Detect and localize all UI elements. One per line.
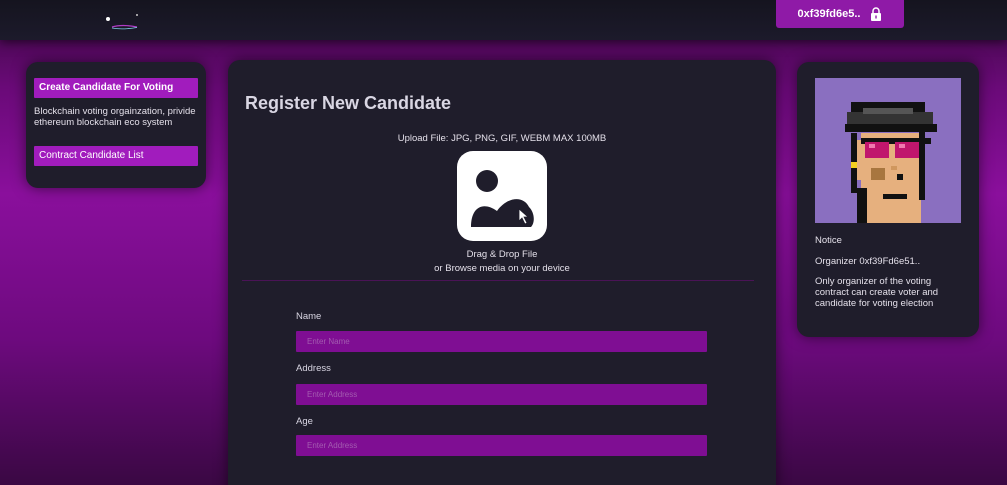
upload-hint: Upload File: JPG, PNG, GIF, WEBM MAX 100… (397, 133, 607, 144)
image-upload-icon[interactable] (457, 151, 547, 241)
sidebar-panel: Create Candidate For Voting Blockchain v… (26, 62, 206, 188)
name-input[interactable] (296, 331, 707, 352)
punk-avatar-icon (815, 78, 961, 223)
sidebar-item-candidate-list[interactable]: Contract Candidate List (34, 146, 198, 166)
drag-drop-text: Drag & Drop File (466, 249, 538, 260)
page-title: Register New Candidate (245, 93, 452, 113)
age-label: Age (296, 416, 313, 427)
lock-icon (870, 7, 882, 21)
register-candidate-panel: Register New Candidate Upload File: JPG,… (228, 60, 776, 485)
organizer-address: Organizer 0xf39Fd6e51.. (815, 256, 921, 267)
top-navbar: 0xf39fd6e5.. (0, 0, 1007, 40)
notice-panel: Notice Organizer 0xf39Fd6e51.. Only orga… (797, 62, 979, 337)
app-logo-icon[interactable] (104, 14, 140, 34)
browse-media-link[interactable]: or Browse media on your device (228, 263, 776, 274)
sidebar-description: Blockchain voting orgainzation, privide … (34, 106, 196, 128)
name-label: Name (296, 311, 322, 322)
wallet-address-button[interactable]: 0xf39fd6e5.. (776, 0, 904, 28)
wallet-address-text: 0xf39fd6e5.. (797, 8, 861, 20)
sidebar-item-create-candidate[interactable]: Create Candidate For Voting (34, 78, 198, 98)
section-divider (242, 280, 754, 281)
notice-title: Notice (815, 235, 842, 246)
address-label: Address (296, 363, 331, 374)
address-input[interactable] (296, 384, 707, 405)
notice-body: Only organizer of the voting contract ca… (815, 276, 939, 309)
age-input[interactable] (296, 435, 707, 456)
